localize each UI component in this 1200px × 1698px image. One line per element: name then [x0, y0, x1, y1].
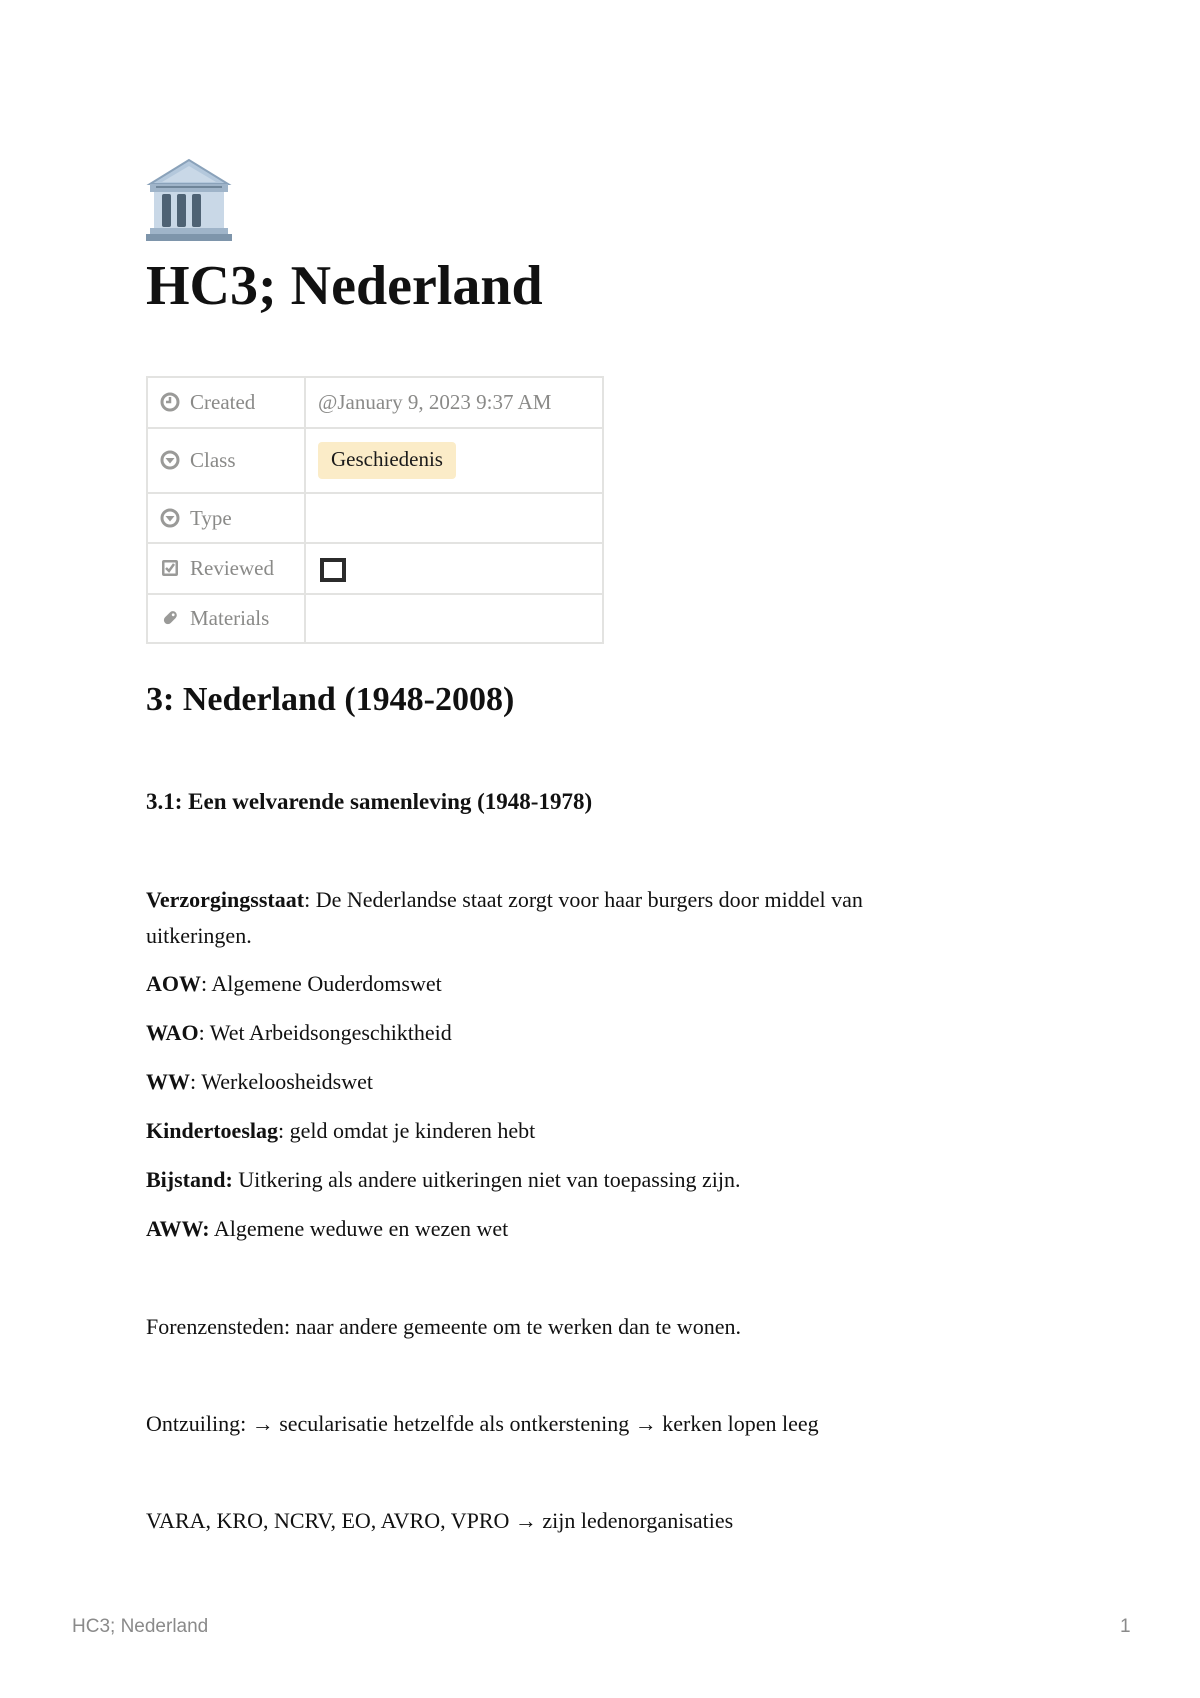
term-label: Kindertoeslag	[146, 1118, 278, 1143]
term-definition: Algemene weduwe en wezen wet	[213, 1216, 509, 1241]
term-label: AWW:	[146, 1216, 210, 1241]
term-kindertoeslag: Kindertoeslag: geld omdat je kinderen he…	[146, 1118, 536, 1143]
paperclip-icon	[160, 608, 180, 628]
property-key: Materials	[146, 593, 306, 644]
term-ww: WW: Werkeloosheidswet	[146, 1069, 373, 1094]
properties-table: Created @January 9, 2023 9:37 AM Class G…	[146, 376, 604, 644]
term-aww: AWW: Algemene weduwe en wezen wet	[146, 1211, 966, 1247]
property-row-materials: Materials	[146, 593, 604, 644]
term-wao: WAO: Wet Arbeidsongeschiktheid	[146, 1020, 452, 1045]
checkbox-icon	[160, 558, 180, 578]
property-label-reviewed: Reviewed	[190, 556, 274, 580]
classical-building-icon	[146, 158, 232, 242]
term-label: WW	[146, 1069, 190, 1094]
term-definition: geld omdat je kinderen hebt	[289, 1118, 536, 1143]
omroepen-note: VARA, KRO, NCRV, EO, AVRO, VPRO → zijn l…	[146, 1508, 734, 1533]
select-icon	[160, 508, 180, 528]
property-row-type: Type	[146, 492, 604, 544]
term-label: Bijstand:	[146, 1167, 233, 1192]
property-row-created: Created @January 9, 2023 9:37 AM	[146, 376, 604, 429]
materials-value[interactable]	[304, 593, 604, 644]
footer-title: HC3; Nederland	[72, 1616, 209, 1637]
property-row-reviewed: Reviewed	[146, 542, 604, 595]
property-label-created: Created	[190, 390, 256, 414]
term-definition: Algemene Ouderdomswet	[211, 971, 442, 996]
property-key: Created	[146, 376, 306, 429]
type-value[interactable]	[304, 492, 604, 544]
select-icon	[160, 450, 180, 470]
created-value[interactable]: @January 9, 2023 9:37 AM	[304, 376, 604, 429]
class-tag[interactable]: Geschiedenis	[318, 442, 456, 479]
section-heading: 3: Nederland (1948-2008)	[146, 681, 515, 718]
property-label-materials: Materials	[190, 606, 270, 630]
property-label-type: Type	[190, 505, 232, 530]
term-definition: Uitkering als andere uitkeringen niet va…	[238, 1167, 741, 1192]
term-bijstand: Bijstand: Uitkering als andere uitkering…	[146, 1162, 966, 1198]
ontzuiling-note: Ontzuiling: → secularisatie hetzelfde al…	[146, 1411, 819, 1436]
reviewed-checkbox[interactable]	[320, 557, 346, 582]
term-aow: AOW: Algemene Ouderdomswet	[146, 971, 442, 996]
term-definition: Werkeloosheidswet	[201, 1069, 373, 1094]
term-verzorgingsstaat: Verzorgingsstaat: De Nederlandse staat z…	[146, 887, 863, 948]
class-value[interactable]: Geschiedenis	[304, 427, 604, 494]
term-label: WAO	[146, 1020, 199, 1045]
term-definition: Wet Arbeidsongeschiktheid	[209, 1020, 452, 1045]
page-number: 1	[1120, 1616, 1131, 1637]
property-key: Type	[146, 492, 306, 544]
page-title: HC3; Nederland	[146, 255, 543, 317]
property-key: Class	[146, 427, 306, 494]
term-label: Verzorgingsstaat	[146, 887, 305, 912]
forenzensteden-note: Forenzensteden: naar andere gemeente om …	[146, 1314, 741, 1339]
property-row-class: Class Geschiedenis	[146, 427, 604, 494]
clock-icon	[160, 392, 180, 412]
term-label: AOW	[146, 971, 201, 996]
property-label-class: Class	[190, 448, 236, 472]
property-key: Reviewed	[146, 542, 306, 595]
reviewed-value	[304, 542, 604, 595]
subsection-heading: 3.1: Een welvarende samenleving (1948-19…	[146, 789, 593, 814]
